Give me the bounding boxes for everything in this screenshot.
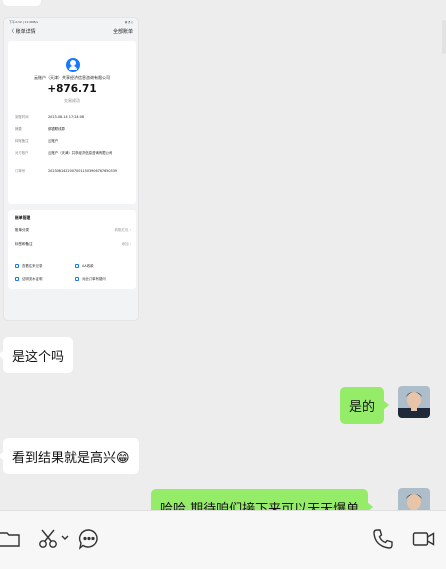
phone-icon[interactable] xyxy=(372,528,394,554)
chat-bubble-icon[interactable] xyxy=(78,528,100,554)
manage-title: 账单管理 xyxy=(15,215,31,220)
payee-name: 云账户（天津）共享经济信息咨询有限公司 xyxy=(34,75,110,80)
bill-link: 证明流水证明 xyxy=(15,276,42,281)
scissors-icon[interactable] xyxy=(38,528,70,554)
detail-row: 摘要 绑银联线算 xyxy=(15,127,65,131)
record-icon xyxy=(15,263,19,268)
image-nav-bar: 〈 账单详情 全部账单 xyxy=(4,25,138,38)
payee-avatar-icon xyxy=(66,58,80,72)
user-avatar[interactable] xyxy=(398,488,430,510)
bill-link: AA收款 xyxy=(75,263,94,268)
manage-row: 账单分类 转账红包 › xyxy=(15,228,131,232)
image-nav-action: 全部账单 xyxy=(112,29,133,35)
user-avatar[interactable] xyxy=(398,386,430,418)
image-status-icons: ▮ ◔ ▯ xyxy=(125,20,133,24)
bill-card: 云账户（天津）共享经济信息咨询有限公司 +876.71 交易成功 到账时间 202… xyxy=(8,41,136,204)
chat-area: 下午4:32 | 11:0KB/s ▮ ◔ ▯ 〈 账单详情 全部账单 云账户（… xyxy=(0,0,446,510)
bill-amount: +876.71 xyxy=(47,83,97,95)
bill-link: 对此订单有疑问 xyxy=(75,276,106,281)
bottom-toolbar xyxy=(0,510,446,569)
bill-status: 交易成功 xyxy=(64,98,80,103)
back-icon: 〈 xyxy=(9,29,15,35)
detail-row: 到账时间 2023-08-14 17:24:08 xyxy=(15,115,85,119)
detail-row: 订单号 20230814220070011503906767650339 xyxy=(15,169,118,173)
bill-manage-card: 账单管理 账单分类 转账红包 › 标签和备注 添加 › 查看往来记录 AA收款 证明… xyxy=(8,210,136,289)
folder-icon[interactable] xyxy=(0,528,22,554)
bill-link: 查看往来记录 xyxy=(15,263,42,268)
aa-icon xyxy=(75,263,79,268)
image-nav-title: 账单详情 xyxy=(15,29,36,35)
manage-row: 标签和备注 添加 › xyxy=(15,242,131,246)
video-icon[interactable] xyxy=(412,528,436,554)
image-status-bar: 下午4:32 | 11:0KB/s ▮ ◔ ▯ xyxy=(4,18,138,25)
message-bubble-in[interactable]: 是这个吗 xyxy=(0,337,74,373)
question-icon xyxy=(75,276,79,281)
image-message[interactable]: 下午4:32 | 11:0KB/s ▮ ◔ ▯ 〈 账单详情 全部账单 云账户（… xyxy=(3,17,139,321)
image-status-time: 下午4:32 | 11:0KB/s xyxy=(9,20,38,24)
message-bubble-out[interactable]: 是的 xyxy=(340,387,390,424)
proof-icon xyxy=(15,276,19,281)
detail-row: 对方账户 云账户（天津）共享经济信息咨询有限公司 xyxy=(15,151,113,155)
scrollbar[interactable] xyxy=(442,20,446,54)
message-bubble-in[interactable]: 看到结果就是高兴😁 xyxy=(0,438,139,474)
detail-row: 转账备注 云账户 xyxy=(15,139,59,143)
previous-message-bubble[interactable] xyxy=(3,0,41,6)
message-bubble-out[interactable]: 哈哈 期待咱们接下来可以天天爆单 xyxy=(151,489,374,510)
